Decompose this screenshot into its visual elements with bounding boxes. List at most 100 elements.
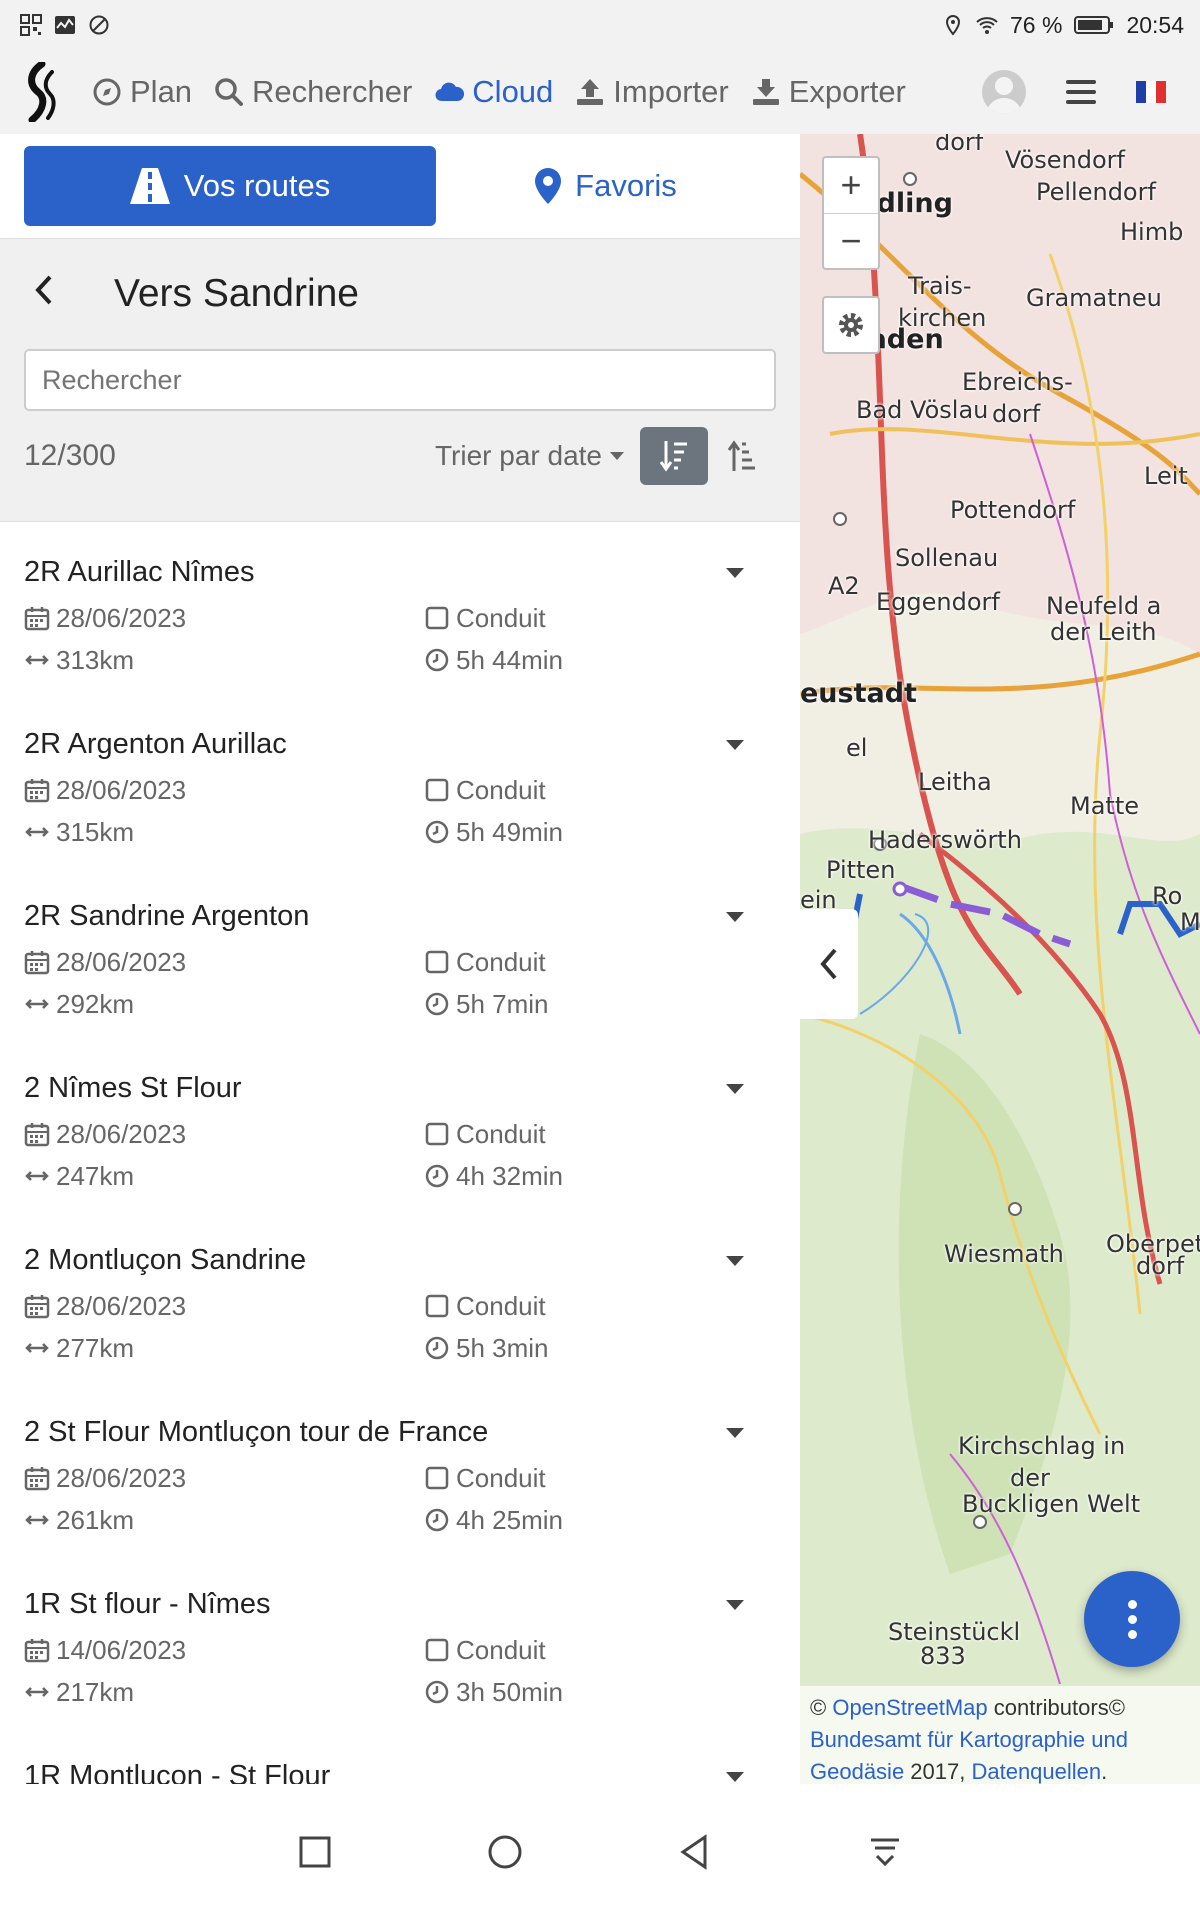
nav-import-label: Importer bbox=[613, 74, 729, 109]
route-expand-caret-icon[interactable] bbox=[726, 568, 744, 578]
sort-dropdown[interactable]: Trier par date bbox=[435, 440, 624, 472]
checkbox-icon[interactable] bbox=[424, 1637, 450, 1663]
route-date-text: 28/06/2023 bbox=[56, 774, 187, 805]
map-options-fab[interactable] bbox=[1084, 1571, 1180, 1667]
calendar-icon bbox=[24, 1467, 50, 1491]
route-distance-text: 313km bbox=[56, 644, 135, 675]
checkbox-icon[interactable] bbox=[424, 605, 450, 631]
notification-pull-icon[interactable] bbox=[865, 1832, 905, 1872]
checkbox-icon[interactable] bbox=[424, 777, 450, 803]
route-distance-text: 247km bbox=[56, 1160, 135, 1191]
sort-dropdown-label: Trier par date bbox=[434, 440, 602, 471]
zoom-in-button[interactable]: + bbox=[824, 158, 878, 214]
route-expand-caret-icon[interactable] bbox=[726, 1428, 744, 1438]
route-name[interactable]: 2 Nîmes St Flour bbox=[24, 1072, 776, 1105]
location-icon bbox=[945, 14, 961, 36]
clock-icon bbox=[425, 1680, 449, 1704]
nav-search[interactable]: Rechercher bbox=[214, 74, 412, 110]
route-meta-right: Conduit 5h 3min bbox=[424, 1291, 549, 1363]
app-logo[interactable] bbox=[22, 62, 58, 122]
route-item[interactable]: 2 Nîmes St Flour 28/06/2023 247km Conduit 4h… bbox=[24, 1038, 776, 1210]
back-icon[interactable] bbox=[675, 1832, 715, 1872]
checkbox-icon[interactable] bbox=[424, 1121, 450, 1147]
activity-icon bbox=[55, 16, 75, 34]
route-name[interactable]: 2R Argenton Aurillac bbox=[24, 728, 776, 761]
map-place-label: Bad Vöslau bbox=[856, 396, 989, 424]
clock-icon bbox=[425, 820, 449, 844]
list-controls: 12/300 Trier par date bbox=[24, 411, 776, 501]
route-mode[interactable]: Conduit bbox=[424, 775, 563, 805]
route-meta-left: 28/06/2023 315km bbox=[24, 775, 424, 847]
route-duration-text: 5h 44min bbox=[456, 644, 563, 675]
checkbox-icon[interactable] bbox=[424, 949, 450, 975]
route-name[interactable]: 1R St flour - Nîmes bbox=[24, 1588, 776, 1621]
hamburger-menu-icon[interactable] bbox=[1066, 80, 1096, 104]
zoom-out-button[interactable]: − bbox=[824, 214, 878, 269]
route-mode-text: Conduit bbox=[456, 1634, 546, 1665]
route-expand-caret-icon[interactable] bbox=[726, 1084, 744, 1094]
back-button[interactable] bbox=[24, 272, 114, 317]
route-mode[interactable]: Conduit bbox=[424, 603, 563, 633]
home-icon[interactable] bbox=[485, 1832, 525, 1872]
route-mode[interactable]: Conduit bbox=[424, 947, 549, 977]
route-name[interactable]: 1R Montluçon - St Flour bbox=[24, 1760, 776, 1784]
nav-export-label: Exporter bbox=[788, 74, 906, 109]
route-expand-caret-icon[interactable] bbox=[726, 740, 744, 750]
nav-cloud[interactable]: Cloud bbox=[434, 74, 553, 110]
tab-your-routes[interactable]: Vos routes bbox=[24, 146, 436, 226]
route-item[interactable]: 1R Montluçon - St Flour bbox=[24, 1726, 776, 1784]
recent-apps-icon[interactable] bbox=[295, 1832, 335, 1872]
route-name[interactable]: 2 Montluçon Sandrine bbox=[24, 1244, 776, 1277]
nav-import[interactable]: Importer bbox=[575, 74, 729, 110]
route-item[interactable]: 2R Aurillac Nîmes 28/06/2023 313km Conduit 5… bbox=[24, 522, 776, 694]
nav-plan[interactable]: Plan bbox=[92, 74, 192, 110]
calendar-icon bbox=[24, 779, 50, 803]
route-item[interactable]: 2R Argenton Aurillac 28/06/2023 315km Condu… bbox=[24, 694, 776, 866]
route-name[interactable]: 2R Aurillac Nîmes bbox=[24, 556, 776, 589]
route-meta-right: Conduit 5h 7min bbox=[424, 947, 549, 1019]
search-icon bbox=[215, 78, 244, 106]
route-name[interactable]: 2 St Flour Montluçon tour de France bbox=[24, 1416, 776, 1449]
sort-descending-button[interactable] bbox=[640, 427, 708, 485]
route-meta-left: 28/06/2023 261km bbox=[24, 1463, 424, 1535]
map-marker-icon bbox=[535, 168, 562, 204]
route-item[interactable]: 2 Montluçon Sandrine 28/06/2023 277km Condu… bbox=[24, 1210, 776, 1382]
route-expand-caret-icon[interactable] bbox=[726, 1772, 744, 1782]
sort-ascending-button[interactable] bbox=[708, 427, 776, 485]
route-duration-text: 4h 32min bbox=[456, 1160, 563, 1191]
route-mode-text: Conduit bbox=[456, 1290, 546, 1321]
route-name[interactable]: 2R Sandrine Argenton bbox=[24, 900, 776, 933]
route-meta-right: Conduit 4h 32min bbox=[424, 1119, 563, 1191]
distance-arrows-icon bbox=[25, 655, 49, 665]
tab-favorites[interactable]: Favoris bbox=[436, 146, 776, 226]
tab-your-routes-label: Vos routes bbox=[183, 168, 331, 203]
french-flag-icon[interactable] bbox=[1136, 81, 1166, 103]
route-expand-caret-icon[interactable] bbox=[726, 912, 744, 922]
checkbox-icon[interactable] bbox=[424, 1293, 450, 1319]
map-place-label: Kirchschlag in bbox=[958, 1432, 1126, 1460]
nav-export[interactable]: Exporter bbox=[751, 74, 906, 110]
route-item[interactable]: 2 St Flour Montluçon tour de France 28/06… bbox=[24, 1382, 776, 1554]
clock-icon bbox=[425, 992, 449, 1016]
route-expand-caret-icon[interactable] bbox=[726, 1600, 744, 1610]
route-mode[interactable]: Conduit bbox=[424, 1291, 549, 1321]
route-mode[interactable]: Conduit bbox=[424, 1119, 563, 1149]
checkbox-icon[interactable] bbox=[424, 1465, 450, 1491]
route-duration: 5h 44min bbox=[424, 645, 563, 675]
map-view[interactable]: dorf Vösendorf Pellendorf ödling Himb Trais-k… bbox=[800, 134, 1200, 1784]
search-input[interactable] bbox=[24, 349, 776, 411]
route-mode[interactable]: Conduit bbox=[424, 1635, 563, 1665]
sources-link[interactable]: Datenquellen bbox=[971, 1759, 1101, 1784]
collapse-panel-button[interactable] bbox=[800, 909, 858, 1019]
route-mode[interactable]: Conduit bbox=[424, 1463, 563, 1493]
map-settings-button[interactable] bbox=[822, 296, 880, 354]
route-expand-caret-icon[interactable] bbox=[726, 1256, 744, 1266]
route-distance-text: 277km bbox=[56, 1332, 135, 1363]
route-meta-left: 14/06/2023 217km bbox=[24, 1635, 424, 1707]
map-place-label: Wiesmath bbox=[944, 1240, 1064, 1268]
route-item[interactable]: 2R Sandrine Argenton 28/06/2023 292km Condu… bbox=[24, 866, 776, 1038]
osm-link[interactable]: OpenStreetMap bbox=[832, 1695, 987, 1720]
route-meta-left: 28/06/2023 313km bbox=[24, 603, 424, 675]
avatar[interactable] bbox=[982, 70, 1026, 114]
route-item[interactable]: 1R St flour - Nîmes 14/06/2023 217km Condui… bbox=[24, 1554, 776, 1726]
